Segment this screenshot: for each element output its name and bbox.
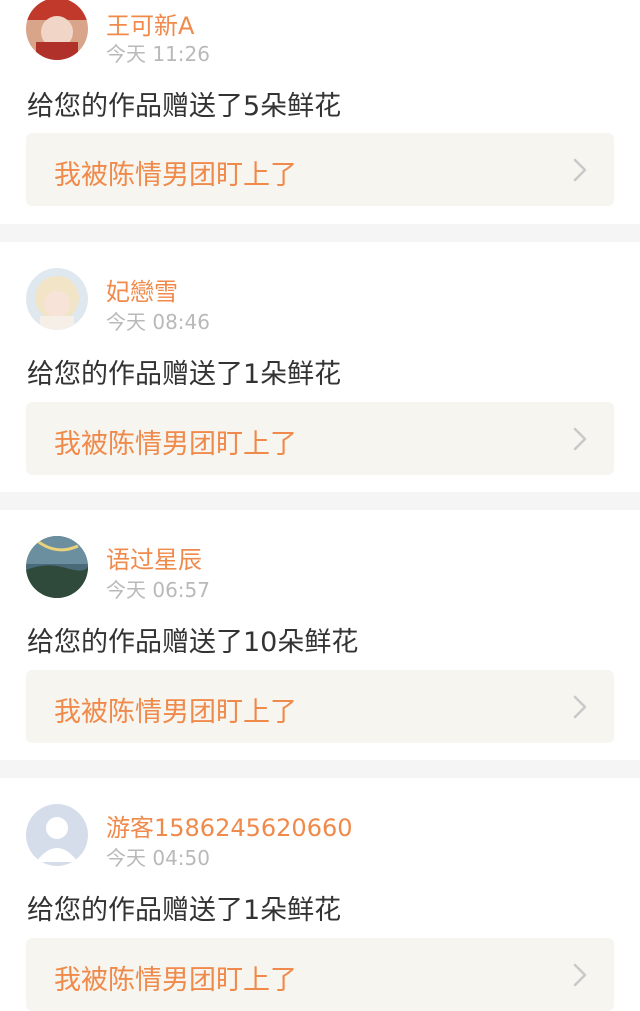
- message-text: 给您的作品赠送了5朵鲜花: [27, 91, 342, 122]
- work-link-card[interactable]: 我被陈情男团盯上了: [26, 402, 614, 475]
- chevron-right-icon: [573, 695, 587, 719]
- work-link-card[interactable]: 我被陈情男团盯上了: [26, 670, 614, 743]
- work-title: 我被陈情男团盯上了: [54, 160, 297, 191]
- message-text: 给您的作品赠送了1朵鲜花: [27, 359, 342, 390]
- divider: [0, 492, 640, 510]
- user-avatar[interactable]: [26, 804, 88, 866]
- chevron-right-icon: [573, 427, 587, 451]
- user-avatar[interactable]: [26, 268, 88, 330]
- divider: [0, 760, 640, 778]
- notification-item: 王可新A 今天 11:26 给您的作品赠送了5朵鲜花 我被陈情男团盯上了: [0, 0, 640, 224]
- message-text: 给您的作品赠送了1朵鲜花: [27, 895, 342, 926]
- timestamp: 今天 04:50: [106, 846, 210, 870]
- work-title: 我被陈情男团盯上了: [54, 697, 297, 728]
- timestamp: 今天 06:57: [106, 578, 210, 602]
- work-title: 我被陈情男团盯上了: [54, 965, 297, 996]
- chevron-right-icon: [573, 158, 587, 182]
- default-avatar-icon: [26, 804, 88, 866]
- divider: [0, 224, 640, 242]
- username[interactable]: 王可新A: [106, 6, 194, 41]
- work-link-card[interactable]: 我被陈情男团盯上了: [26, 133, 614, 206]
- notification-item: 游客1586245620660 今天 04:50 给您的作品赠送了1朵鲜花 我被…: [0, 778, 640, 1011]
- username[interactable]: 游客1586245620660: [106, 808, 353, 843]
- user-avatar[interactable]: [26, 0, 88, 60]
- username[interactable]: 语过星辰: [106, 540, 202, 575]
- chevron-right-icon: [573, 963, 587, 987]
- timestamp: 今天 11:26: [106, 42, 210, 66]
- username[interactable]: 妃戀雪: [106, 272, 178, 307]
- message-text: 给您的作品赠送了10朵鲜花: [27, 627, 359, 658]
- notification-feed: 王可新A 今天 11:26 给您的作品赠送了5朵鲜花 我被陈情男团盯上了 妃戀雪…: [0, 0, 640, 1011]
- work-link-card[interactable]: 我被陈情男团盯上了: [26, 938, 614, 1011]
- user-avatar[interactable]: [26, 536, 88, 598]
- work-title: 我被陈情男团盯上了: [54, 429, 297, 460]
- notification-item: 语过星辰 今天 06:57 给您的作品赠送了10朵鲜花 我被陈情男团盯上了: [0, 510, 640, 760]
- timestamp: 今天 08:46: [106, 310, 210, 334]
- notification-item: 妃戀雪 今天 08:46 给您的作品赠送了1朵鲜花 我被陈情男团盯上了: [0, 242, 640, 492]
